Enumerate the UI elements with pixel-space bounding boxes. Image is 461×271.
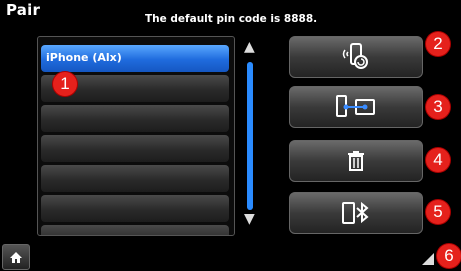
scroll-thumb[interactable] [247, 62, 253, 210]
delete-button[interactable] [289, 140, 423, 182]
discoverable-button[interactable] [289, 36, 423, 78]
back-button[interactable] [420, 251, 436, 271]
scroll-up-icon[interactable]: ▲ [244, 40, 255, 54]
home-button[interactable] [2, 244, 30, 270]
pin-hint: The default pin code is 8888. [145, 13, 318, 25]
back-arrow-icon [422, 253, 434, 265]
device-list: iPhone (Alx) [37, 36, 235, 236]
trash-icon [348, 151, 364, 171]
bluetooth-phone-icon [342, 201, 369, 224]
list-item[interactable] [41, 135, 229, 162]
list-item[interactable] [41, 165, 229, 192]
list-item[interactable]: iPhone (Alx) [41, 45, 229, 72]
list-item[interactable] [41, 105, 229, 132]
phone-search-icon [342, 43, 368, 69]
list-item[interactable] [41, 195, 229, 222]
phone-link-icon [336, 95, 375, 117]
bluetooth-device-button[interactable] [289, 192, 423, 234]
annotation-6: 6 [437, 244, 461, 268]
annotation-4: 4 [426, 148, 450, 172]
annotation-3: 3 [426, 95, 450, 119]
list-scrollbar[interactable]: ▲ ▼ [241, 40, 259, 230]
annotation-1: 1 [53, 72, 77, 96]
annotation-5: 5 [426, 200, 450, 224]
scroll-track[interactable] [247, 62, 253, 210]
page-title: Pair [6, 1, 41, 19]
list-item[interactable] [41, 225, 229, 235]
scroll-down-icon[interactable]: ▼ [244, 212, 255, 226]
device-name: iPhone (Alx) [46, 51, 122, 64]
home-icon [10, 251, 22, 263]
annotation-2: 2 [426, 32, 450, 56]
connect-button[interactable] [289, 86, 423, 128]
